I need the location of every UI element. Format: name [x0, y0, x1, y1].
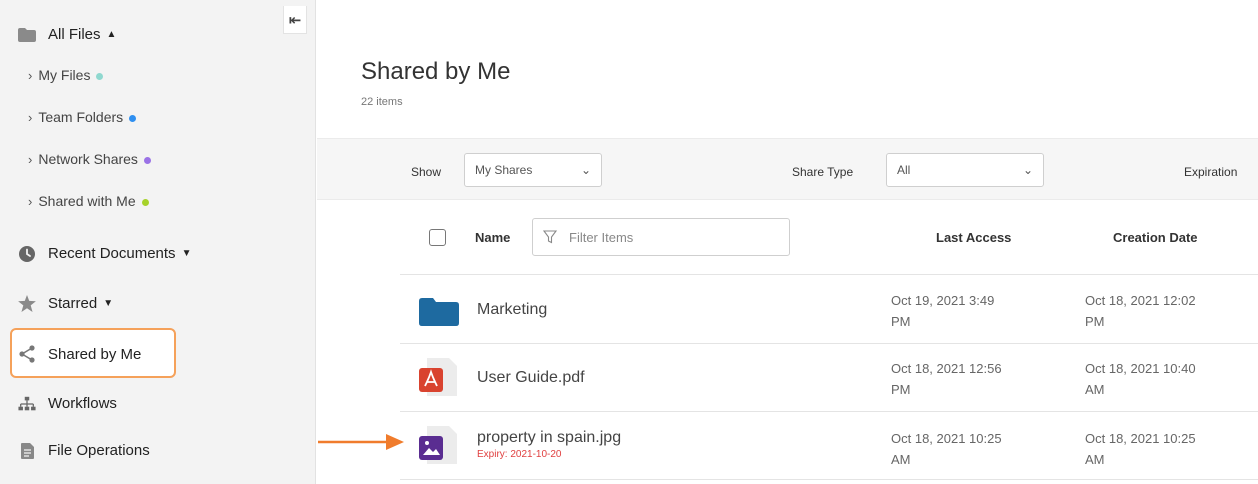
sidebar-item-label: Team Folders — [38, 109, 124, 125]
sidebar-item-label: Starred — [48, 295, 98, 312]
sidebar-item-network-shares[interactable]: › Network Shares — [28, 151, 151, 167]
status-dot — [141, 198, 149, 206]
page-header: Shared by Me 22 items — [317, 0, 1258, 138]
image-file-icon — [419, 426, 459, 469]
chevron-right-icon: › — [28, 67, 33, 83]
column-header-last-access[interactable]: Last Access — [936, 230, 1011, 245]
document-icon — [18, 442, 36, 459]
expiration-label: Expiration — [1184, 165, 1238, 179]
caret-down-icon: ▼ — [181, 248, 192, 259]
sidebar-item-label: Shared by Me — [48, 345, 142, 363]
sidebar-item-recent-documents[interactable]: Recent Documents ▼ — [18, 245, 191, 262]
expiry-label: Expiry: 2021-10-20 — [477, 449, 562, 460]
table-header: Name Filter Items Last Access Creation D… — [400, 200, 1258, 275]
share-icon — [18, 345, 36, 363]
sidebar-item-my-files[interactable]: › My Files — [28, 67, 104, 83]
share-type-label: Share Type — [792, 165, 854, 179]
sidebar-item-all-files[interactable]: All Files ▲ — [18, 26, 116, 43]
sidebar-item-label: All Files — [48, 26, 101, 43]
sidebar-item-workflows[interactable]: Workflows — [18, 395, 117, 412]
show-select-value: My Shares — [475, 163, 533, 177]
chevron-down-icon: ⌄ — [1022, 163, 1033, 177]
sitemap-icon — [18, 396, 36, 412]
main-panel: Shared by Me 22 items Show My Shares ⌄ S… — [317, 0, 1258, 484]
clock-icon — [18, 245, 36, 262]
caret-up-icon: ▲ — [106, 29, 117, 40]
sidebar-item-label: Workflows — [48, 395, 117, 412]
sidebar-item-team-folders[interactable]: › Team Folders — [28, 109, 137, 125]
sidebar-item-label: Network Shares — [38, 151, 138, 167]
status-dot — [129, 114, 137, 122]
pdf-icon — [419, 358, 459, 401]
sidebar-item-label: Recent Documents — [48, 245, 176, 262]
last-access-date: Oct 19, 2021 3:49 PM — [891, 293, 995, 329]
sidebar-item-label: File Operations — [48, 442, 150, 459]
share-type-select-value: All — [897, 163, 911, 177]
chevron-right-icon: › — [28, 109, 33, 125]
creation-date: Oct 18, 2021 10:40 AM — [1085, 361, 1196, 397]
status-dot — [143, 156, 151, 164]
last-access-date: Oct 18, 2021 12:56 PM — [891, 361, 1002, 397]
sidebar-item-label: Shared with Me — [38, 193, 136, 209]
file-name[interactable]: Marketing — [477, 301, 547, 319]
filter-icon — [543, 230, 557, 244]
chevron-right-icon: › — [28, 151, 33, 167]
star-icon — [18, 295, 36, 312]
sidebar-item-label: My Files — [38, 67, 91, 83]
creation-date: Oct 18, 2021 10:25 AM — [1085, 431, 1196, 467]
chevron-down-icon: ⌄ — [580, 163, 591, 177]
folder-icon — [18, 27, 36, 42]
show-select[interactable]: My Shares ⌄ — [464, 153, 602, 187]
chevron-right-icon: › — [28, 193, 33, 209]
folder-icon — [419, 298, 459, 331]
status-dot — [96, 72, 104, 80]
sidebar-item-shared-with-me[interactable]: › Shared with Me — [28, 193, 149, 209]
column-header-creation-date[interactable]: Creation Date — [1113, 230, 1198, 245]
creation-date: Oct 18, 2021 12:02 PM — [1085, 293, 1196, 329]
table-row[interactable]: User Guide.pdf Oct 18, 2021 12:56 PM Oct … — [400, 344, 1258, 412]
sidebar-item-starred[interactable]: Starred ▼ — [18, 295, 113, 312]
caret-down-icon: ▼ — [103, 298, 114, 309]
table-row[interactable]: property in spain.jpg Expiry: 2021-10-20… — [400, 412, 1258, 480]
select-all-checkbox[interactable] — [429, 229, 446, 246]
show-label: Show — [411, 165, 442, 179]
file-name[interactable]: property in spain.jpg — [477, 429, 621, 447]
sidebar-item-shared-by-me[interactable]: Shared by Me — [18, 345, 141, 363]
filter-placeholder: Filter Items — [569, 229, 634, 245]
item-count: 22 items — [361, 96, 403, 108]
annotation-arrow — [318, 434, 404, 450]
collapse-sidebar-icon[interactable]: ⇤ — [283, 6, 307, 34]
column-header-name[interactable]: Name — [475, 230, 510, 245]
last-access-date: Oct 18, 2021 10:25 AM — [891, 431, 1002, 467]
page-title: Shared by Me — [361, 58, 511, 85]
filter-bar: Show My Shares ⌄ Share Type All ⌄ Expira… — [317, 138, 1258, 200]
sidebar-item-file-operations[interactable]: File Operations — [18, 442, 150, 459]
file-name[interactable]: User Guide.pdf — [477, 369, 585, 387]
table-row[interactable]: Marketing Oct 19, 2021 3:49 PM Oct 18, 20… — [400, 276, 1258, 344]
filter-items-input[interactable]: Filter Items — [532, 218, 790, 256]
sidebar: ⇤ All Files ▲ › My Files › Team Folders … — [0, 0, 316, 484]
share-type-select[interactable]: All ⌄ — [886, 153, 1044, 187]
